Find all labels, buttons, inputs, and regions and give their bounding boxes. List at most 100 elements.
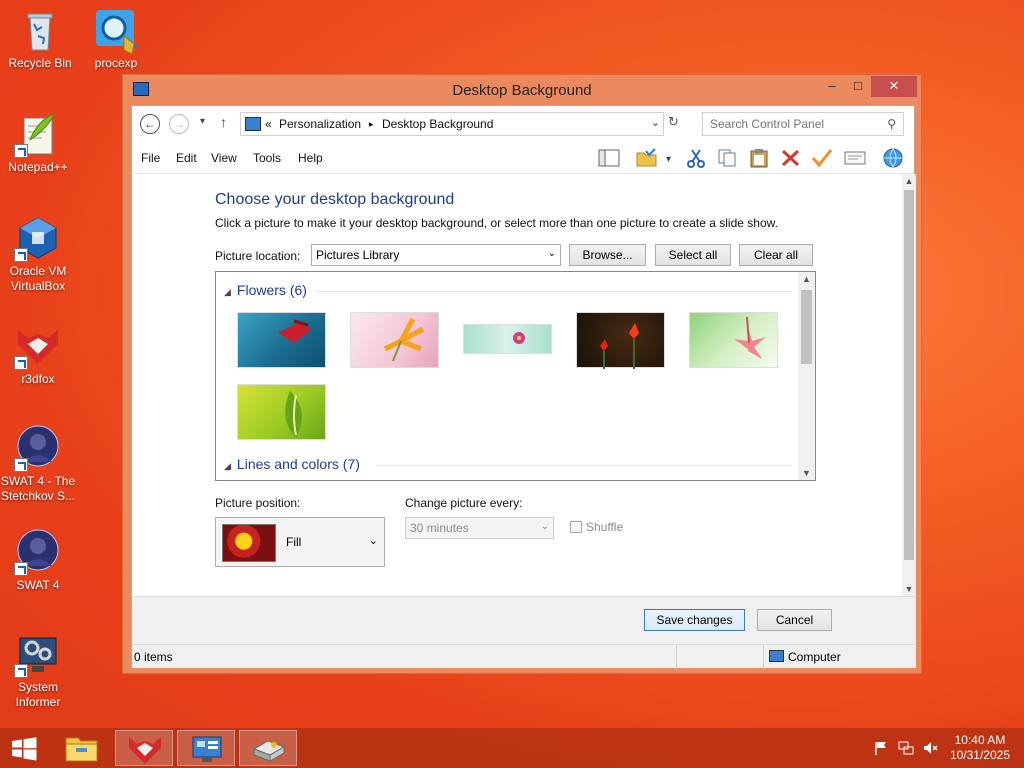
desktop-icon-virtualbox[interactable]: Oracle VM VirtualBox xyxy=(0,214,78,294)
title-bar[interactable]: Desktop Background – □ ✕ xyxy=(123,75,921,105)
taskbar-control-panel[interactable] xyxy=(177,730,235,766)
taskbar-file-explorer[interactable] xyxy=(52,730,110,766)
menu-view[interactable]: View xyxy=(211,151,237,165)
copy-icon[interactable] xyxy=(716,148,738,168)
change-picture-label: Change picture every: xyxy=(405,496,523,510)
search-input[interactable] xyxy=(710,114,880,134)
desktop-icon-label: r3dfox xyxy=(21,372,55,386)
process-explorer-icon xyxy=(92,6,140,55)
flag-icon[interactable] xyxy=(873,740,889,756)
control-panel-icon xyxy=(192,736,222,762)
change-picture-interval-select[interactable]: 30 minutes ⌄ xyxy=(405,517,554,539)
windows-icon xyxy=(12,737,37,761)
menu-edit[interactable]: Edit xyxy=(176,151,197,165)
desktop-icon-notepad[interactable]: Notepad++ xyxy=(0,110,78,175)
r3dfox-icon xyxy=(129,737,161,764)
picture-position-label: Picture position: xyxy=(215,496,301,510)
scrollbar-thumb[interactable] xyxy=(801,290,812,364)
desktop-icon-swat4[interactable]: SWAT 4 xyxy=(0,528,78,593)
page-title: Choose your desktop background xyxy=(215,191,455,208)
desktop-icon-recycle-bin[interactable]: Recycle Bin xyxy=(0,6,80,71)
group-header-lines-and-colors[interactable]: ◢ Lines and colors (7) xyxy=(224,456,360,472)
properties-icon[interactable] xyxy=(844,148,866,168)
maximize-button[interactable]: □ xyxy=(845,76,871,97)
wallpaper-thumbnail[interactable] xyxy=(576,312,665,369)
refresh-button[interactable]: ↻ xyxy=(668,114,686,132)
menu-tools[interactable]: Tools xyxy=(253,151,281,165)
wallpaper-thumbnail[interactable] xyxy=(350,312,439,368)
picture-location-select[interactable]: Pictures Library ⌄ xyxy=(311,244,561,266)
scroll-down-icon[interactable]: ▼ xyxy=(902,584,916,594)
shortcut-arrow-icon xyxy=(14,248,28,262)
globe-icon[interactable] xyxy=(882,148,904,168)
desktop-icon-r3dfox[interactable]: r3dfox xyxy=(0,322,78,387)
shortcut-arrow-icon xyxy=(14,664,28,678)
breadcrumb-desktop-background[interactable]: Desktop Background xyxy=(382,117,493,131)
menu-file[interactable]: File xyxy=(141,151,160,165)
gallery-scrollbar[interactable]: ▲ ▼ xyxy=(798,272,815,480)
desktop-icon-system-informer[interactable]: System Informer xyxy=(0,630,78,710)
system-informer-icon xyxy=(14,630,62,678)
collapse-icon: ◢ xyxy=(224,461,231,471)
chevron-down-icon: ⌄ xyxy=(540,521,549,532)
clock-date: 10/31/2025 xyxy=(949,748,1010,762)
wallpaper-gallery[interactable]: ◢ Flowers (6) ◢ Lines and colors (7) ▲ ▼ xyxy=(215,271,816,481)
shortcut-arrow-icon xyxy=(14,458,28,472)
scroll-up-icon[interactable]: ▲ xyxy=(902,176,916,186)
volume-muted-icon[interactable] xyxy=(922,740,938,756)
search-box[interactable]: ⚲ xyxy=(702,112,904,136)
start-button[interactable] xyxy=(0,730,48,766)
change-picture-value: 30 minutes xyxy=(410,521,469,535)
wallpaper-thumbnail[interactable] xyxy=(237,384,326,440)
recent-locations-button[interactable]: ▾ xyxy=(200,116,205,127)
address-bar[interactable]: « Personalization ▸ Desktop Background ⌄ xyxy=(240,112,664,136)
breadcrumb-overflow[interactable]: « xyxy=(265,117,272,131)
menu-help[interactable]: Help xyxy=(298,151,323,165)
address-dropdown-icon[interactable]: ⌄ xyxy=(651,116,660,129)
computer-icon xyxy=(769,650,784,662)
back-button[interactable]: ← xyxy=(140,114,160,134)
content-scrollbar[interactable]: ▲ ▼ xyxy=(902,174,916,596)
shuffle-checkbox[interactable] xyxy=(570,521,582,533)
save-changes-button[interactable]: Save changes xyxy=(644,609,745,631)
desktop-icon-swat4-stetchkov[interactable]: SWAT 4 - The Stetchkov S... xyxy=(0,424,78,504)
folder-dropdown-icon[interactable]: ▾ xyxy=(666,154,671,165)
wallpaper-thumbnail[interactable] xyxy=(689,312,778,368)
breadcrumb-separator[interactable]: ▸ xyxy=(369,119,374,130)
group-header-flowers[interactable]: ◢ Flowers (6) xyxy=(224,282,307,298)
cancel-button[interactable]: Cancel xyxy=(757,609,832,631)
taskbar-drive-tool[interactable] xyxy=(239,730,297,766)
wallpaper-thumbnail[interactable] xyxy=(463,324,552,354)
paste-icon[interactable] xyxy=(748,148,770,168)
group-divider xyxy=(376,465,792,466)
scroll-down-icon[interactable]: ▼ xyxy=(798,468,815,478)
minimize-button[interactable]: – xyxy=(819,76,845,97)
picture-position-select[interactable]: Fill ⌄ xyxy=(215,517,385,567)
scroll-up-icon[interactable]: ▲ xyxy=(798,274,815,284)
forward-button[interactable]: → xyxy=(169,114,189,134)
scrollbar-thumb[interactable] xyxy=(904,190,914,560)
cut-icon[interactable] xyxy=(685,148,707,168)
shortcut-arrow-icon xyxy=(14,562,28,576)
wallpaper-thumbnail[interactable] xyxy=(237,312,326,368)
clear-all-button[interactable]: Clear all xyxy=(739,244,813,266)
folder-check-icon[interactable] xyxy=(636,148,658,168)
picture-position-value: Fill xyxy=(286,535,302,549)
search-icon[interactable]: ⚲ xyxy=(887,117,896,131)
control-panel-icon xyxy=(245,117,261,131)
browse-button[interactable]: Browse... xyxy=(569,244,646,266)
chevron-down-icon: ⌄ xyxy=(368,535,378,547)
taskbar-r3dfox[interactable] xyxy=(115,730,173,766)
delete-icon[interactable] xyxy=(780,148,802,168)
select-all-button[interactable]: Select all xyxy=(655,244,731,266)
shuffle-label: Shuffle xyxy=(586,520,624,534)
up-button[interactable]: ↑ xyxy=(220,114,227,130)
breadcrumb-personalization[interactable]: Personalization xyxy=(279,117,361,131)
system-clock[interactable]: 10:40 AM 10/31/2025 xyxy=(950,733,1010,763)
checkmark-icon[interactable] xyxy=(811,148,833,168)
desktop-icon-procexp[interactable]: procexp xyxy=(76,6,156,71)
network-icon[interactable] xyxy=(898,740,914,756)
main-content: Choose your desktop background Click a p… xyxy=(132,174,902,596)
layout-icon[interactable] xyxy=(598,148,620,168)
close-button[interactable]: ✕ xyxy=(871,76,917,97)
